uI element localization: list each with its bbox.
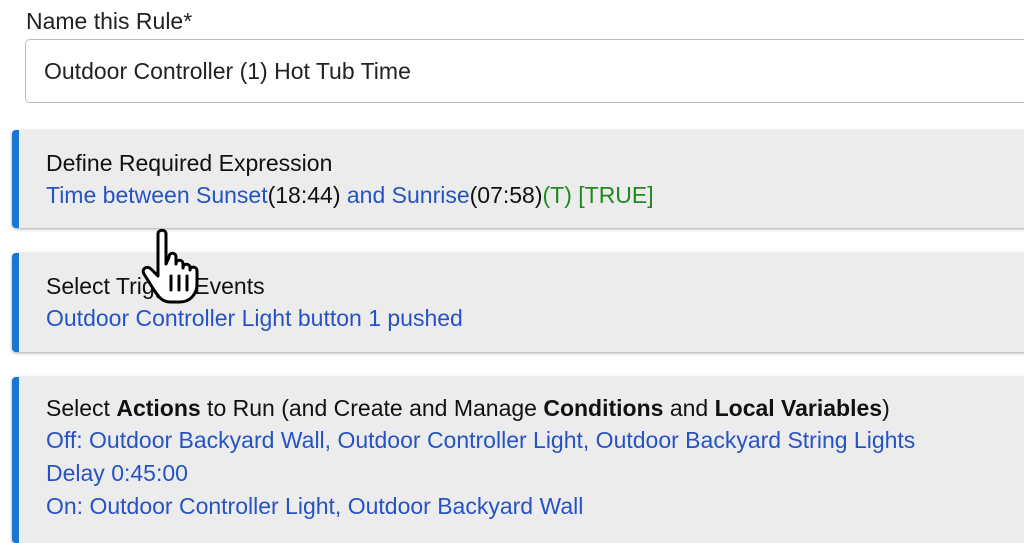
- sunrise-condition: and Sunrise: [340, 182, 470, 208]
- action-on[interactable]: On: Outdoor Controller Light, Outdoor Ba…: [46, 490, 915, 523]
- rule-name-label: Name this Rule*: [26, 8, 193, 34]
- expression-status: (T) [TRUE]: [542, 182, 654, 208]
- sunset-condition: Time between Sunset: [46, 182, 268, 208]
- sunset-time: (18:44): [267, 182, 341, 208]
- actions-title-text: Select: [46, 395, 117, 421]
- trigger-events-title: Select Trigger Events: [46, 273, 265, 299]
- actions-title-text: ): [882, 395, 890, 421]
- rule-name-input[interactable]: [25, 39, 1024, 103]
- required-expression-value[interactable]: Time between Sunset(18:44) and Sunrise(0…: [46, 179, 654, 212]
- required-expression-title: Define Required Expression: [46, 150, 333, 176]
- trigger-events-value[interactable]: Outdoor Controller Light button 1 pushed: [46, 302, 463, 335]
- sunrise-time: (07:58): [469, 182, 543, 208]
- actions-title-text: to Run (and Create and Manage: [200, 395, 544, 421]
- action-delay[interactable]: Delay 0:45:00: [46, 457, 915, 490]
- action-off[interactable]: Off: Outdoor Backyard Wall, Outdoor Cont…: [46, 424, 915, 457]
- hand-pointer-icon: [141, 228, 199, 304]
- local-variables-title-bold: Local Variables: [714, 395, 883, 421]
- actions-panel[interactable]: Select Actions to Run (and Create and Ma…: [12, 377, 1024, 543]
- required-expression-panel[interactable]: Define Required Expression Time between …: [12, 130, 1024, 228]
- actions-title-text: and: [663, 395, 715, 421]
- conditions-title-bold: Conditions: [543, 395, 664, 421]
- actions-title-bold: Actions: [116, 395, 201, 421]
- actions-title: Select Actions to Run (and Create and Ma…: [46, 393, 915, 424]
